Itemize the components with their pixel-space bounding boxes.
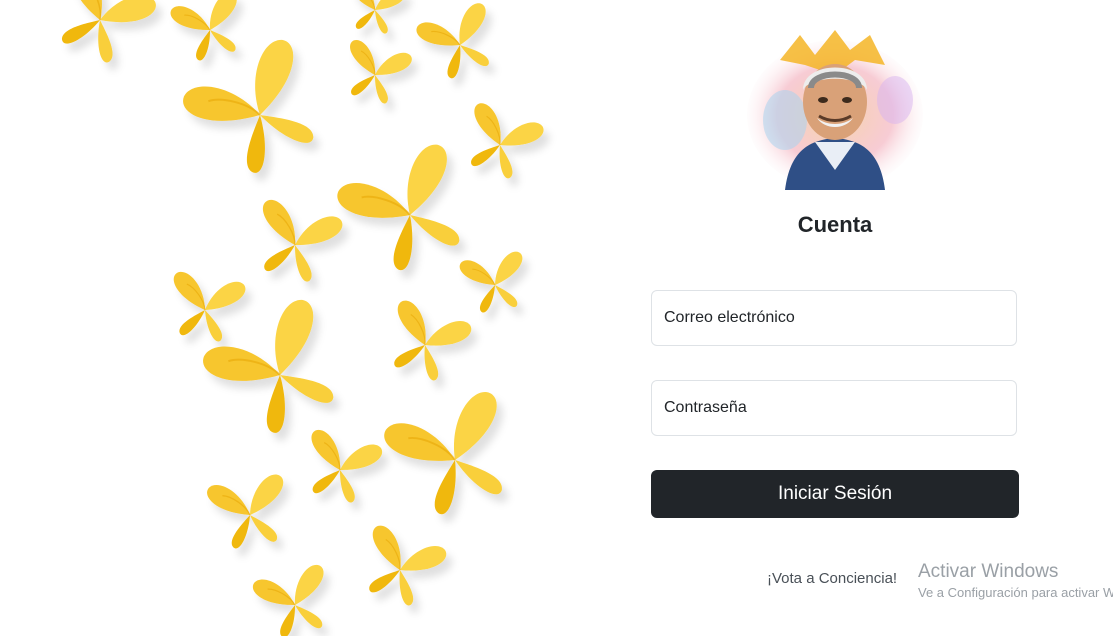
login-button[interactable]: Iniciar Sesión xyxy=(651,470,1019,518)
vote-link[interactable]: ¡Vota a Conciencia! xyxy=(767,570,897,587)
password-field-wrapper xyxy=(651,380,1017,436)
butterfly-artwork xyxy=(42,0,547,636)
login-panel: Cuenta Iniciar Sesión ¡Vota a Conciencia… xyxy=(640,0,1030,636)
email-field[interactable] xyxy=(652,291,1016,345)
watermark-title: Activar Windows xyxy=(918,561,1059,582)
watermark-subtitle: Ve a Configuración para activar Windows. xyxy=(918,585,1113,600)
windows-activation-watermark: Activar Windows Ve a Configuración para … xyxy=(918,561,1113,603)
email-field-wrapper xyxy=(651,290,1017,346)
author-portrait-image xyxy=(745,30,925,190)
page-title: Cuenta xyxy=(797,212,873,237)
password-field[interactable] xyxy=(652,381,1016,435)
login-page: Cuenta Iniciar Sesión ¡Vota a Conciencia… xyxy=(0,0,1113,636)
butterfly-illustration xyxy=(0,0,600,636)
